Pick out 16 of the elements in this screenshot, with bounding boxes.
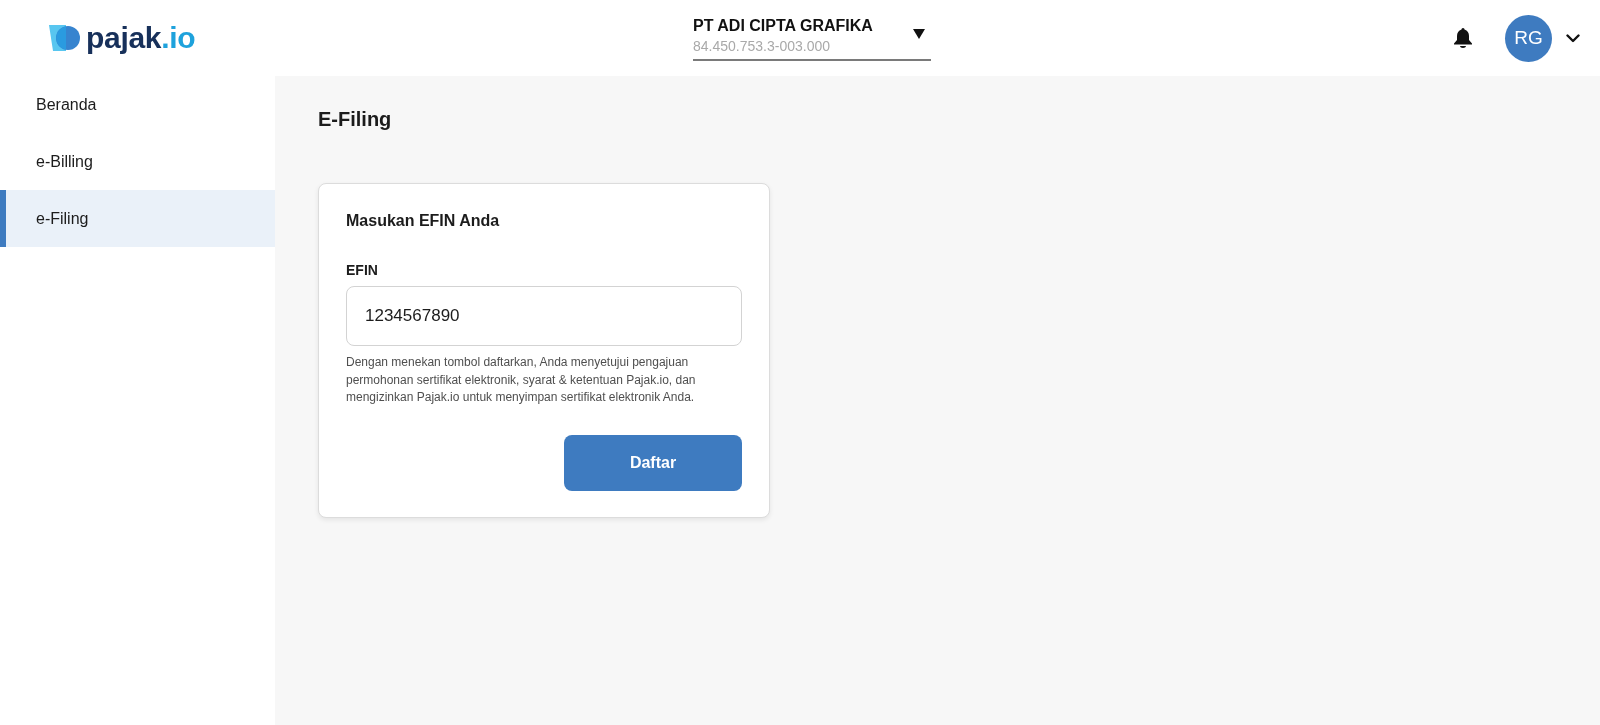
field-label: EFIN bbox=[346, 261, 378, 279]
company-selector[interactable]: PT ADI CIPTA GRAFIKA 84.450.753.3-003.000 bbox=[693, 1, 931, 61]
sidebar-item[interactable]: e-Filing bbox=[0, 190, 275, 247]
consent-note: Dengan menekan tombol daftarkan, Anda menyetujui pengajuan permohonan sertifikat elektronik, syarat & ketentuan Pajak.io, dan mengizinkan Pajak.io untuk menyimpan sertifikat elektronik Anda. bbox=[346, 354, 697, 406]
sidebar-item[interactable]: e-Billing bbox=[0, 133, 275, 190]
chevron-down-icon[interactable] bbox=[1566, 33, 1580, 43]
page-title: E-Filing bbox=[318, 107, 393, 131]
logo-mark-icon bbox=[49, 25, 81, 51]
card-title: Masukan EFIN Anda bbox=[346, 211, 501, 231]
efin-input-field[interactable]: 1234567890 bbox=[346, 286, 742, 346]
user-avatar[interactable]: RG bbox=[1505, 14, 1552, 62]
caret-icon bbox=[913, 29, 925, 39]
sidebar-item[interactable]: Beranda bbox=[0, 76, 275, 133]
bell-icon[interactable] bbox=[1454, 28, 1472, 48]
logo-wordmark[interactable]: pajak.io bbox=[86, 21, 196, 55]
register-button[interactable]: Daftar bbox=[564, 434, 742, 491]
